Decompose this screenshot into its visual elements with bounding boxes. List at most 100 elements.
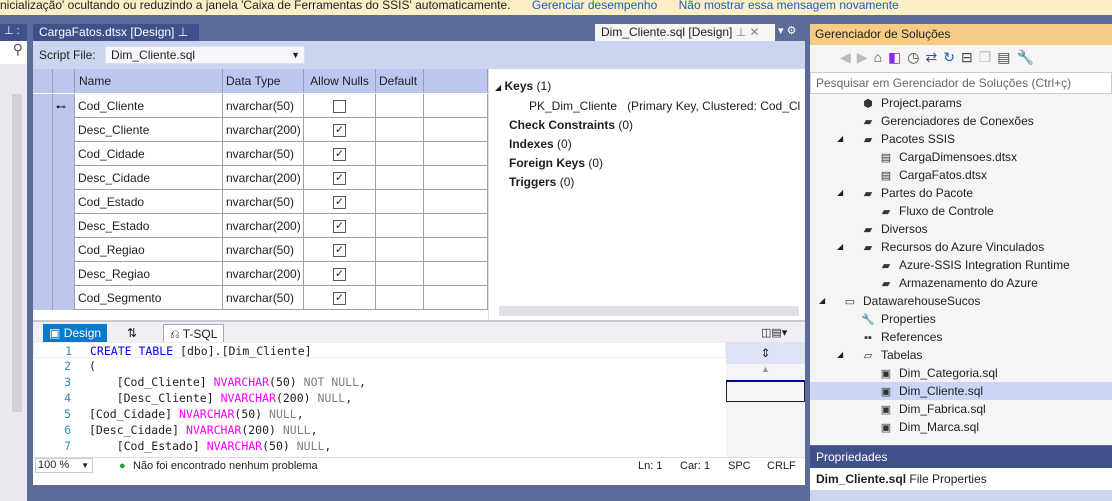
data-type-cell[interactable]: nvarchar(50) xyxy=(223,286,304,310)
default-cell[interactable] xyxy=(376,190,424,214)
row-selector[interactable] xyxy=(33,238,53,262)
expand-icon[interactable]: ◢ xyxy=(495,83,501,92)
allow-nulls-checkbox[interactable] xyxy=(333,100,346,114)
data-type-cell[interactable]: nvarchar(50) xyxy=(223,190,304,214)
table-row[interactable]: Cod_Regiao nvarchar(50) ✓ xyxy=(33,238,488,262)
script-file-dropdown[interactable]: Dim_Cliente.sql ▼ xyxy=(105,46,306,64)
search-icon[interactable]: ⚲ xyxy=(0,41,27,64)
swap-panes-button[interactable]: ⇅ xyxy=(121,324,143,343)
data-type-cell[interactable]: nvarchar(200) xyxy=(223,214,304,238)
tree-item[interactable]: ▤ CargaDimensoes.dtsx xyxy=(810,148,1112,166)
table-row[interactable]: Desc_Cliente nvarchar(200) ✓ xyxy=(33,118,488,142)
solution-search-input[interactable]: Pesquisar em Gerenciador de Soluções (Ct… xyxy=(810,72,1112,94)
keys-node[interactable]: ◢ Keys (1) xyxy=(495,77,805,97)
tab-cargafatos[interactable]: CargaFatos.dtsx [Design] ⊥ xyxy=(33,24,199,41)
code-line[interactable]: 6 [Desc_Cidade] NVARCHAR(200) NULL, xyxy=(33,422,726,438)
column-name-cell[interactable]: Desc_Regiao xyxy=(75,262,223,286)
pin-icon[interactable]: ⊥ xyxy=(736,25,746,39)
row-selector[interactable] xyxy=(33,142,53,166)
refresh-icon[interactable]: ↻ xyxy=(943,49,961,65)
column-name-cell[interactable]: Cod_Segmento xyxy=(75,286,223,310)
sync-icon[interactable]: ⇄ xyxy=(925,49,943,65)
data-type-cell[interactable]: nvarchar(200) xyxy=(223,118,304,142)
allow-nulls-checkbox[interactable]: ✓ xyxy=(333,148,346,162)
default-cell[interactable] xyxy=(376,142,424,166)
table-row[interactable]: Cod_Segmento nvarchar(50) ✓ xyxy=(33,286,488,310)
row-selector[interactable] xyxy=(33,118,53,142)
code-line[interactable]: 2( xyxy=(33,358,726,374)
data-type-cell[interactable]: nvarchar(200) xyxy=(223,166,304,190)
minimap-viewport[interactable] xyxy=(726,380,805,402)
tree-item[interactable]: ▰ Armazenamento do Azure xyxy=(810,274,1112,292)
expand-icon[interactable]: ◢ xyxy=(837,130,843,148)
collapse-icon[interactable]: ⊟ xyxy=(961,49,979,65)
tree-item[interactable]: ◢ ▰ Recursos do Azure Vinculados xyxy=(810,238,1112,256)
back-icon[interactable]: ◀ xyxy=(840,49,857,65)
whitespace-indicator[interactable]: SPC xyxy=(728,458,751,475)
allow-nulls-checkbox[interactable]: ✓ xyxy=(333,196,346,210)
code-line[interactable]: 4 [Desc_Cliente] NVARCHAR(200) NULL, xyxy=(33,390,726,406)
default-cell[interactable] xyxy=(376,262,424,286)
allow-nulls-checkbox[interactable]: ✓ xyxy=(333,268,346,282)
pk-item[interactable]: PK_Dim_Cliente (Primary Key, Clustered: … xyxy=(509,97,805,116)
row-selector[interactable] xyxy=(33,286,53,310)
expand-icon[interactable]: ◢ xyxy=(819,292,825,310)
tree-item[interactable]: ▰ Diversos xyxy=(810,220,1112,238)
tree-item[interactable]: ▣ Dim_Marca.sql xyxy=(810,418,1112,436)
copy-icon[interactable]: ❐ xyxy=(979,49,998,65)
allow-nulls-checkbox[interactable]: ✓ xyxy=(333,292,346,306)
pin-icon[interactable]: ⊥ xyxy=(178,25,188,39)
tree-item[interactable]: ▣ Dim_Cliente.sql xyxy=(810,382,1112,400)
row-selector[interactable] xyxy=(33,94,53,118)
split-icon[interactable]: ⇕ xyxy=(726,342,805,364)
allow-nulls-checkbox[interactable]: ✓ xyxy=(333,220,346,234)
show-all-icon[interactable]: ▤ xyxy=(997,49,1016,65)
column-name-cell[interactable]: Desc_Cidade xyxy=(75,166,223,190)
data-type-cell[interactable]: nvarchar(50) xyxy=(223,94,304,118)
data-type-cell[interactable]: nvarchar(200) xyxy=(223,262,304,286)
allow-nulls-checkbox[interactable]: ✓ xyxy=(333,244,346,258)
table-row[interactable]: ⊷ Cod_Cliente nvarchar(50) xyxy=(33,94,488,118)
tree-item[interactable]: ▤ CargaFatos.dtsx xyxy=(810,166,1112,184)
history-icon[interactable]: ◷ xyxy=(907,49,925,65)
tree-item[interactable]: ▰ Fluxo de Controle xyxy=(810,202,1112,220)
gear-icon[interactable]: ⚙ xyxy=(787,25,797,37)
scrollbar[interactable] xyxy=(12,94,22,412)
tree-item[interactable]: ◢ ▰ Partes do Pacote xyxy=(810,184,1112,202)
column-name-cell[interactable]: Cod_Regiao xyxy=(75,238,223,262)
data-type-cell[interactable]: nvarchar(50) xyxy=(223,142,304,166)
column-name-cell[interactable]: Desc_Cliente xyxy=(75,118,223,142)
tab-dim-cliente[interactable]: Dim_Cliente.sql [Design] ⊥ ✕ xyxy=(595,24,775,41)
code-minimap[interactable]: ⇕ ▲ xyxy=(726,342,805,457)
wrench-icon[interactable]: 🔧 xyxy=(1016,49,1039,65)
dont-show-again-link[interactable]: Não mostrar essa mensagem novamente xyxy=(679,0,899,12)
tree-item[interactable]: 🔧 Properties xyxy=(810,310,1112,328)
manage-performance-link[interactable]: Gerenciar desempenho xyxy=(532,0,657,12)
tree-item[interactable]: ▪▪ References xyxy=(810,328,1112,346)
code-editor[interactable]: 1 CREATE TABLE [dbo].[Dim_Cliente] 2(3 [Co… xyxy=(33,342,726,457)
tree-item[interactable]: ◢ ▭ DatawarehouseSucos xyxy=(810,292,1112,310)
properties-object[interactable]: Dim_Cliente.sql File Properties xyxy=(810,468,1112,490)
code-line[interactable]: 3 [Cod_Cliente] NVARCHAR(50) NOT NULL, xyxy=(33,374,726,390)
column-name-cell[interactable]: Cod_Cliente xyxy=(75,94,223,118)
zoom-dropdown[interactable]: 100 % ▼ xyxy=(35,458,93,473)
foreign-keys-node[interactable]: Foreign Keys (0) xyxy=(509,154,805,173)
pane-layout-buttons[interactable]: ◫▤▾ xyxy=(755,324,793,343)
row-selector[interactable] xyxy=(33,214,53,238)
column-name-cell[interactable]: Desc_Estado xyxy=(75,214,223,238)
allow-nulls-checkbox[interactable]: ✓ xyxy=(333,124,346,138)
table-row[interactable]: Desc_Estado nvarchar(200) ✓ xyxy=(33,214,488,238)
corner-cell[interactable] xyxy=(33,69,53,93)
horizontal-scrollbar[interactable] xyxy=(499,306,799,316)
tab-design[interactable]: ▣ Design xyxy=(43,324,108,343)
triggers-node[interactable]: Triggers (0) xyxy=(509,173,805,192)
default-cell[interactable] xyxy=(376,238,424,262)
pin-icon[interactable]: ⊥ : xyxy=(0,24,27,41)
default-cell[interactable] xyxy=(376,214,424,238)
expand-icon[interactable]: ◢ xyxy=(837,238,843,256)
tree-item[interactable]: ▣ Dim_Categoria.sql xyxy=(810,364,1112,382)
data-type-cell[interactable]: nvarchar(50) xyxy=(223,238,304,262)
column-header[interactable]: Data Type xyxy=(223,69,304,93)
tree-item[interactable]: ▰ Gerenciadores de Conexões xyxy=(810,112,1112,130)
home-icon[interactable]: ⌂ xyxy=(874,49,888,65)
